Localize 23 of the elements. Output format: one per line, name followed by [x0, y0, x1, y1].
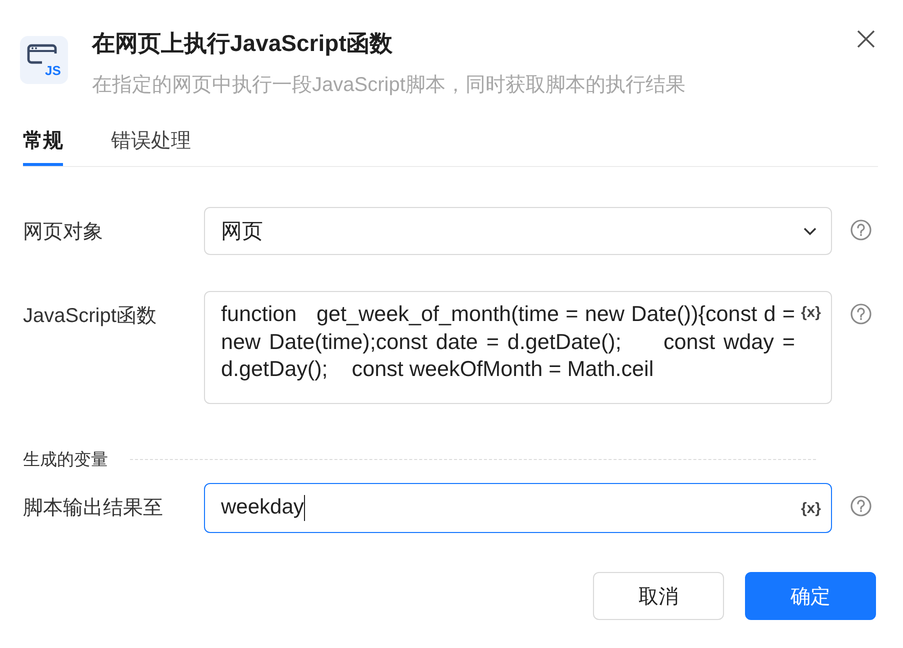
confirm-button[interactable]: 确定 [745, 572, 876, 620]
close-icon[interactable] [857, 30, 875, 48]
chevron-down-icon [803, 226, 817, 236]
tab[interactable]: 常规 [23, 126, 63, 166]
tab[interactable]: 错误处理 [111, 126, 191, 166]
field-label: JavaScript函数 [23, 304, 158, 329]
variable-button[interactable]: {x} [800, 300, 821, 321]
dialog-subtitle: 在指定的网页中执行一段JavaScript脚本，同时获取脚本的执行结果 [92, 73, 686, 98]
variable-button[interactable]: {x} [800, 500, 821, 516]
code-editor[interactable]: function get_week_of_month(time = new Date()){const d = new Date(time);const date = d.getDate(); const wday = d.getDay(); const weekOfMonth = Math.ceil {x} [204, 291, 832, 404]
code-text: function get_week_of_month(time = new Date()){const d = new Date(time);const date = d.getDate(); const wday = d.getDay(); const weekOfMonth = Math.ceil [221, 300, 795, 382]
field-label: 脚本输出结果至 [23, 496, 164, 521]
browser-icon [27, 44, 57, 64]
help-icon[interactable] [850, 219, 872, 241]
section-heading: 生成的变量 [23, 449, 108, 471]
cancel-button[interactable]: 取消 [593, 572, 724, 620]
help-icon[interactable] [850, 303, 872, 325]
field-label: 网页对象 [23, 220, 104, 245]
icon-label: JS [44, 63, 62, 78]
output-field[interactable]: weekday {x} [204, 483, 832, 533]
page-select[interactable]: 网页 [204, 207, 832, 255]
dialog-title: 在网页上执行JavaScript函数 [92, 29, 394, 58]
help-icon[interactable] [850, 495, 872, 517]
